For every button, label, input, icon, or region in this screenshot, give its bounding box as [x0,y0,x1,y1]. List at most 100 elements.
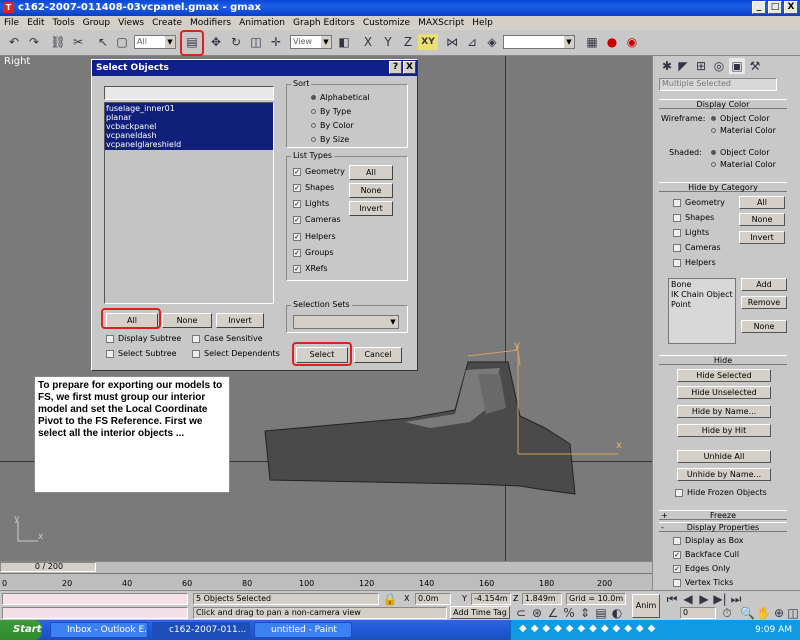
zoom-icon[interactable]: 🔍 [740,605,755,620]
axis-xy-button[interactable]: XY [418,34,438,50]
checkbox[interactable] [192,349,200,358]
z-coordinate[interactable]: 1.849m [522,593,562,605]
taskbar-gmax[interactable]: c162-2007-011... [152,622,250,638]
scale-icon[interactable]: ◫ [248,34,264,50]
invert-button[interactable]: Invert [216,313,264,328]
checkbox[interactable] [673,213,681,222]
checkbox-checked[interactable]: ✓ [293,248,301,257]
checkbox[interactable] [673,258,681,267]
display-properties-rollout[interactable]: - Display Properties [659,522,787,532]
redo-icon[interactable]: ↷ [26,34,42,50]
checkbox-checked[interactable]: ✓ [293,264,301,273]
radio-selected[interactable] [711,150,716,155]
align-icon[interactable]: ⊿ [464,34,480,50]
list-item[interactable]: Point [671,300,733,310]
hide-cat-shapes[interactable]: Shapes [673,213,714,223]
radio-selected[interactable] [311,95,316,100]
y-coordinate[interactable]: -4.154m [471,593,511,605]
maximize-button[interactable]: □ [768,1,782,14]
checkbox-checked[interactable]: ✓ [293,167,301,176]
radio[interactable] [311,137,316,142]
unhide-by-name-button[interactable]: Unhide by Name... [677,468,771,481]
spinner-snap-icon[interactable]: ⇕ [578,605,592,620]
rotate-icon[interactable]: ↻ [228,34,244,50]
hide-cat-all-button[interactable]: All [739,196,785,209]
radio[interactable] [711,162,716,167]
selection-sets-dropdown[interactable]: ▼ [293,315,399,329]
radio[interactable] [311,109,316,114]
wireframe-material-color[interactable]: Material Color [711,126,776,136]
radio[interactable] [311,123,316,128]
hide-cat-geometry[interactable]: Geometry [673,198,725,208]
unlink-icon[interactable]: ✂ [70,34,86,50]
checkbox[interactable] [673,228,681,237]
menu-file[interactable]: File [0,16,23,30]
menu-maxscript[interactable]: MAXScript [414,16,468,30]
go-to-start-icon[interactable]: ⏮ [664,591,680,607]
object-name-filter[interactable] [104,86,274,100]
display-color-rollout[interactable]: Display Color [659,99,787,109]
display-subtree-option[interactable]: Display Subtree [106,334,181,344]
list-item[interactable]: vcpaneldash [106,131,272,140]
list-item[interactable]: IK Chain Object [671,290,733,300]
pivot-icon[interactable]: ✛ [268,34,284,50]
list-type-shapes[interactable]: ✓ Shapes [293,183,334,193]
hide-cat-cameras[interactable]: Cameras [673,243,721,253]
animate-button[interactable]: Anim [632,594,660,618]
checkbox-checked[interactable]: ✓ [293,232,301,241]
axis-z-icon[interactable]: Z [400,34,416,50]
start-button[interactable]: Start [0,620,42,640]
hide-unselected-button[interactable]: Hide Unselected [677,386,771,399]
mirror-icon[interactable]: ⋈ [444,34,460,50]
taskbar-outlook[interactable]: Inbox - Outlook E... [50,622,148,638]
magnet-icon[interactable]: ⊂ [514,605,528,620]
checkbox[interactable] [673,198,681,207]
menu-group[interactable]: Group [79,16,114,30]
hide-cat-invert-button[interactable]: Invert [739,231,785,244]
named-selection-dropdown[interactable]: ▼ [503,35,575,49]
hide-cat-none2-button[interactable]: None [741,320,787,333]
display-as-box-option[interactable]: Display as Box [673,536,744,546]
hierarchy-tab-icon[interactable]: ⊞ [693,58,709,74]
list-type-lights[interactable]: ✓ Lights [293,199,329,209]
list-types-all-button[interactable]: All [349,165,393,180]
backface-cull-option[interactable]: ✓ Backface Cull [673,550,739,560]
shaded-material-color[interactable]: Material Color [711,160,776,170]
list-types-invert-button[interactable]: Invert [349,201,393,216]
timeline-ruler[interactable]: 0 20 40 60 80 100 120 140 160 180 200 [0,573,652,589]
none-button[interactable]: None [162,313,212,328]
sort-by-size[interactable]: By Size [311,135,349,145]
menu-animation[interactable]: Animation [235,16,289,30]
sort-by-color[interactable]: By Color [311,121,354,131]
case-sensitive-option[interactable]: Case Sensitive [192,334,263,344]
lock-icon[interactable]: 🔒 [382,591,398,607]
list-type-geometry[interactable]: ✓ Geometry [293,167,345,177]
checkbox-checked[interactable]: ✓ [293,215,301,224]
menu-graph-editors[interactable]: Graph Editors [289,16,359,30]
axis-x-icon[interactable]: X [360,34,376,50]
sort-alphabetical[interactable]: Alphabetical [311,93,370,103]
move-icon[interactable]: ✥ [208,34,224,50]
render-icon[interactable]: ● [604,34,620,50]
axis-y-icon[interactable]: Y [380,34,396,50]
close-button[interactable]: X [784,1,798,14]
degradation-icon[interactable]: ◐ [610,605,624,620]
display-tab-icon[interactable]: ▣ [729,58,745,74]
hide-by-category-rollout[interactable]: Hide by Category [659,182,787,192]
edges-only-option[interactable]: ✓ Edges Only [673,564,730,574]
link-icon[interactable]: ⛓ [50,34,66,50]
wireframe-object-color[interactable]: Object Color [711,114,769,124]
menu-create[interactable]: Create [148,16,186,30]
maxscript-listener[interactable] [2,593,188,605]
list-item[interactable]: planar [106,113,272,122]
hide-rollout[interactable]: Hide [659,355,787,365]
undo-icon[interactable]: ↶ [6,34,22,50]
time-slider[interactable]: 0 / 200 [0,561,652,573]
checkbox[interactable] [673,243,681,252]
checkbox-checked[interactable]: ✓ [293,183,301,192]
list-type-groups[interactable]: ✓ Groups [293,248,334,258]
list-type-cameras[interactable]: ✓ Cameras [293,215,341,225]
taskbar-paint[interactable]: untitled - Paint [254,622,352,638]
pan-icon[interactable]: ✋ [756,605,771,620]
hide-frozen-option[interactable]: Hide Frozen Objects [675,488,767,498]
